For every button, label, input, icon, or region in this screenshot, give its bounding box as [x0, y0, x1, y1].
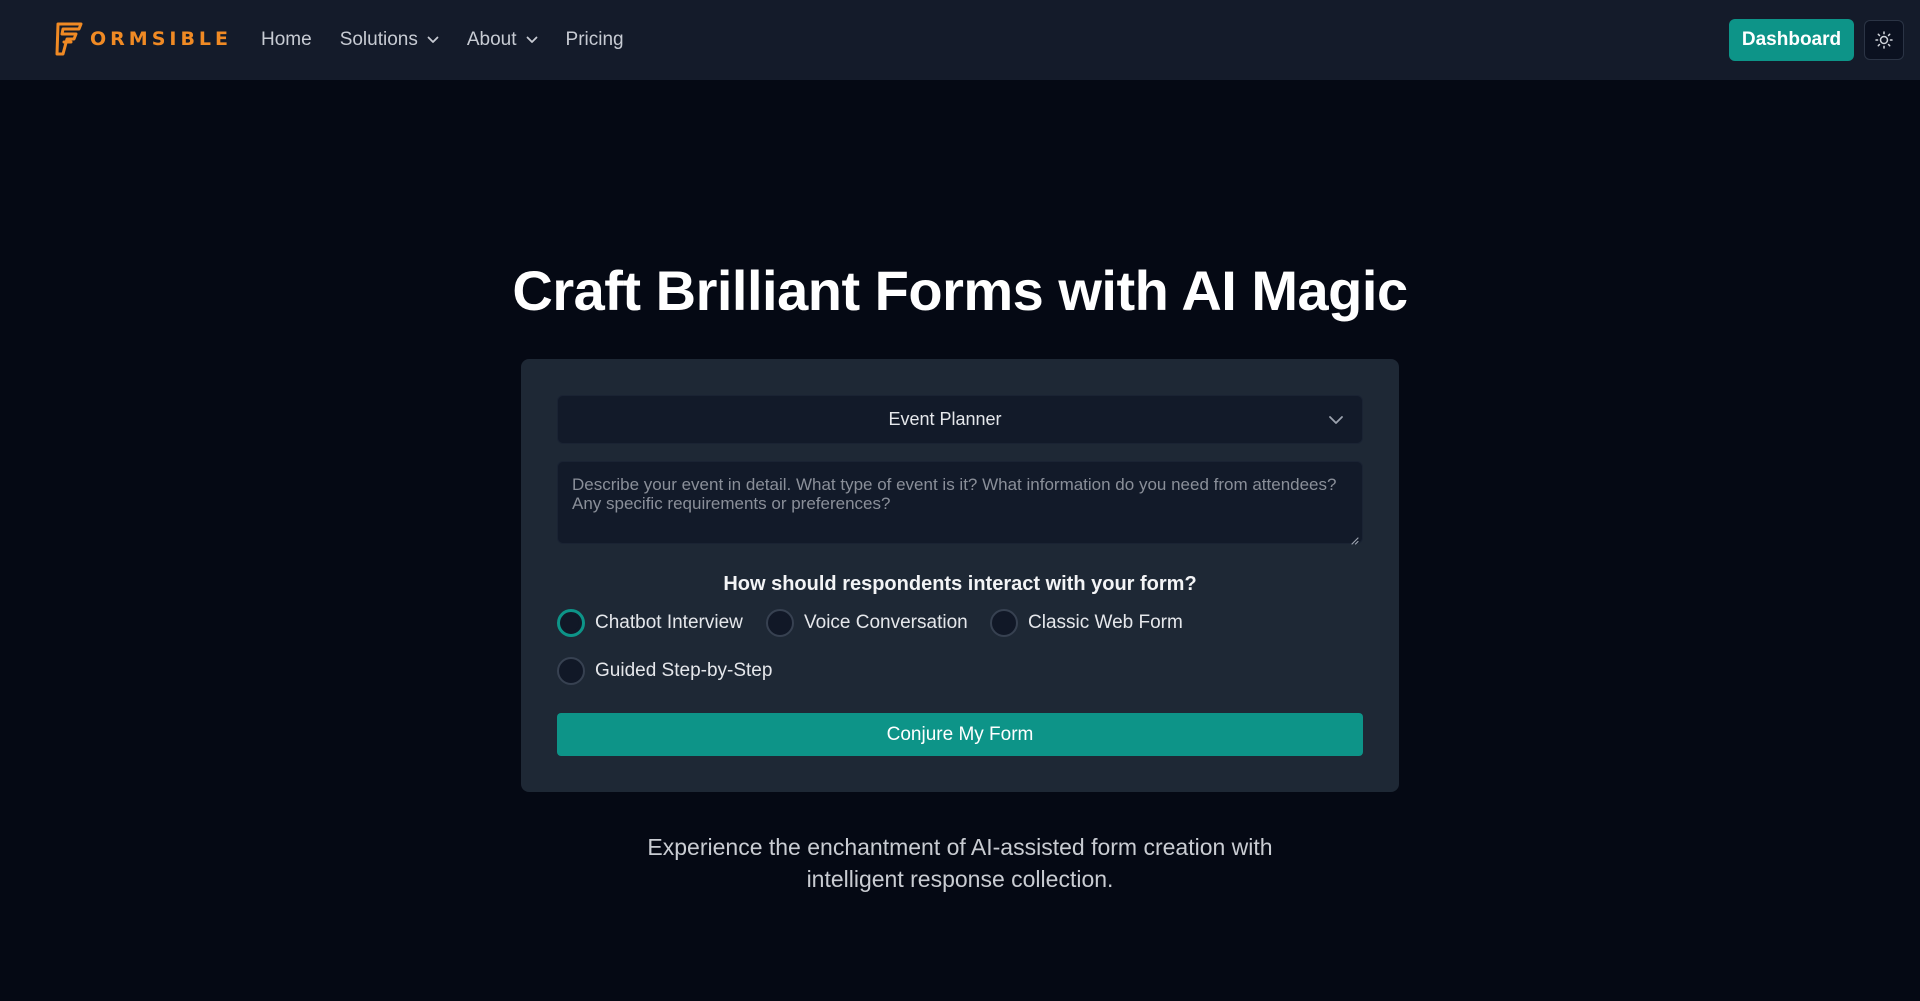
nav-item-pricing[interactable]: Pricing: [566, 29, 624, 51]
radio-label: Classic Web Form: [1028, 612, 1183, 633]
brand-name: ORMSIBLE: [90, 28, 233, 50]
radio-voice-conversation[interactable]: Voice Conversation: [766, 609, 968, 637]
interaction-question: How should respondents interact with you…: [723, 573, 1197, 595]
tagline-line: intelligent response collection.: [806, 866, 1114, 892]
nav-item-label: Home: [261, 29, 312, 50]
main-nav: Home Solutions About Pricing: [261, 0, 652, 80]
nav-item-label: Solutions: [339, 29, 418, 50]
nav-item-about[interactable]: About: [467, 29, 538, 51]
radio-chatbot-interview[interactable]: Chatbot Interview: [557, 609, 743, 637]
radio-button[interactable]: [990, 609, 1018, 637]
radio-label: Chatbot Interview: [595, 612, 743, 633]
radio-label: Guided Step-by-Step: [595, 660, 773, 681]
nav-item-home[interactable]: Home: [261, 29, 312, 51]
page-title: Craft Brilliant Forms with AI Magic: [512, 259, 1408, 322]
chevron-down-icon: [526, 36, 538, 44]
sun-icon: [1875, 31, 1893, 49]
radio-guided-step-by-step[interactable]: Guided Step-by-Step: [557, 657, 772, 685]
radio-button[interactable]: [766, 609, 794, 637]
radio-button[interactable]: [557, 657, 585, 685]
tagline-line: Experience the enchantment of AI-assiste…: [647, 834, 1273, 860]
nav-item-label: Pricing: [565, 29, 624, 50]
nav-item-solutions[interactable]: Solutions: [340, 29, 439, 51]
conjure-form-button[interactable]: Conjure My Form: [557, 713, 1363, 756]
chevron-down-icon: [1328, 412, 1344, 430]
template-select[interactable]: Event Planner: [557, 395, 1363, 444]
event-description-input[interactable]: [557, 461, 1363, 544]
formsible-logo[interactable]: ORMSIBLE: [54, 20, 232, 58]
resize-handle-icon[interactable]: [1351, 532, 1359, 550]
radio-classic-web-form[interactable]: Classic Web Form: [990, 609, 1183, 637]
hero-tagline: Experience the enchantment of AI-assiste…: [0, 831, 1920, 895]
nav-item-label: About: [466, 29, 517, 50]
radio-label: Voice Conversation: [804, 612, 968, 633]
formsible-logo-icon: [55, 22, 83, 56]
radio-button-checked[interactable]: [557, 609, 585, 637]
template-select-value: Event Planner: [888, 409, 1002, 429]
theme-toggle-button[interactable]: [1864, 20, 1904, 60]
top-navbar: ORMSIBLE Home Solutions About Pricing Da…: [0, 0, 1920, 80]
form-builder-card: Event Planner How should respondents int…: [521, 359, 1399, 792]
chevron-down-icon: [427, 36, 439, 44]
dashboard-button[interactable]: Dashboard: [1729, 19, 1854, 61]
